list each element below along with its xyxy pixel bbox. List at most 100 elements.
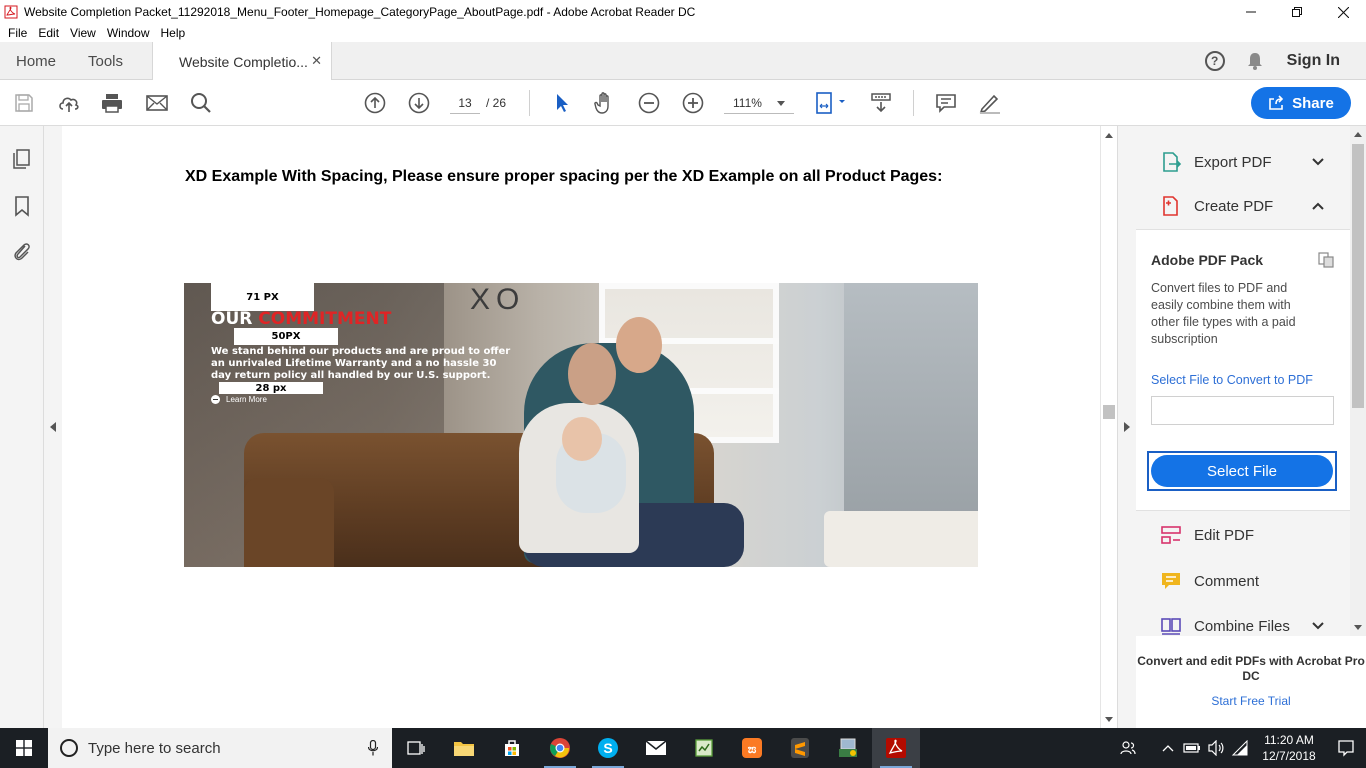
scrollbar-thumb[interactable] xyxy=(1352,144,1364,408)
tab-document[interactable]: Website Completio... ✕ xyxy=(152,42,332,81)
pdf-pack-info-icon[interactable] xyxy=(1318,252,1334,268)
page-number-input[interactable] xyxy=(450,92,480,114)
select-tool-button[interactable] xyxy=(549,91,573,115)
chevron-up-icon[interactable] xyxy=(1312,200,1324,212)
hero-headline-red: COMMITMENT xyxy=(258,309,392,329)
minimize-button[interactable] xyxy=(1228,0,1274,24)
tool-combine-files[interactable]: Combine Files xyxy=(1160,614,1290,638)
zoom-in-button[interactable] xyxy=(681,91,705,115)
upload-button[interactable] xyxy=(57,91,81,115)
sublime-text-button[interactable] xyxy=(776,728,824,768)
scroll-down-icon[interactable] xyxy=(1105,717,1113,722)
menu-file[interactable]: File xyxy=(8,26,27,40)
mail-button[interactable] xyxy=(632,728,680,768)
restore-button[interactable] xyxy=(1274,0,1320,24)
highlight-tool-button[interactable] xyxy=(978,91,1002,115)
sign-in-link[interactable]: Sign In xyxy=(1287,52,1340,70)
taskbar-clock[interactable]: 11:20 AM 12/7/2018 xyxy=(1252,732,1326,764)
scroll-up-icon[interactable] xyxy=(1105,133,1113,138)
clock-time: 11:20 AM xyxy=(1264,733,1314,747)
select-file-focus-ring: Select File xyxy=(1147,451,1337,491)
volume-icon[interactable] xyxy=(1204,738,1228,758)
window-controls xyxy=(1228,0,1366,24)
chevron-down-icon[interactable] xyxy=(1312,156,1324,168)
arrow-up-circle-icon xyxy=(364,92,386,114)
tab-home[interactable]: Home xyxy=(16,42,56,80)
collapse-right-pane-handle[interactable] xyxy=(1117,126,1136,728)
zoom-level-dropdown[interactable]: 111% xyxy=(724,92,794,114)
minimize-icon xyxy=(1246,11,1256,13)
help-icon[interactable]: ? xyxy=(1204,51,1225,71)
file-explorer-button[interactable] xyxy=(440,728,488,768)
menu-edit[interactable]: Edit xyxy=(38,26,59,40)
action-center-button[interactable] xyxy=(1326,728,1366,768)
menu-help[interactable]: Help xyxy=(161,26,186,40)
save-button[interactable] xyxy=(12,91,36,115)
start-button[interactable] xyxy=(0,728,48,768)
fit-page-icon xyxy=(816,92,845,114)
promo-text: Convert and edit PDFs with Acrobat Pro D… xyxy=(1137,654,1365,683)
people-icon[interactable] xyxy=(1116,738,1140,758)
attachment-icon[interactable] xyxy=(11,240,33,262)
collapse-left-pane-handle[interactable] xyxy=(44,126,62,728)
tool-export-pdf[interactable]: Export PDF xyxy=(1160,150,1272,174)
scrollbar-thumb[interactable] xyxy=(1103,405,1115,419)
battery-icon[interactable] xyxy=(1180,738,1204,758)
chrome-button[interactable] xyxy=(536,728,584,768)
taskbar-search[interactable]: Type here to search xyxy=(48,728,392,768)
document-scrollbar[interactable] xyxy=(1100,126,1117,728)
tool-comment[interactable]: Comment xyxy=(1160,569,1259,593)
previous-page-button[interactable] xyxy=(363,91,387,115)
hero-body-text: We stand behind our products and are pro… xyxy=(211,346,511,381)
acrobat-reader-taskbar-button[interactable] xyxy=(872,728,920,768)
scroll-up-icon[interactable] xyxy=(1354,132,1362,137)
file-drop-field[interactable] xyxy=(1151,396,1334,425)
page-fit-button[interactable] xyxy=(813,91,849,115)
clock-date: 12/7/2018 xyxy=(1262,749,1316,763)
hand-tool-button[interactable] xyxy=(593,91,617,115)
taskbar-search-placeholder: Type here to search xyxy=(88,739,221,757)
select-file-button[interactable]: Select File xyxy=(1151,455,1333,487)
close-tab-icon[interactable]: ✕ xyxy=(311,53,322,69)
close-window-button[interactable] xyxy=(1320,0,1366,24)
start-free-trial-link[interactable]: Start Free Trial xyxy=(1136,694,1366,708)
network-tool-button[interactable] xyxy=(824,728,872,768)
hero-learn-more: Learn More xyxy=(211,395,267,404)
select-file-to-convert-link[interactable]: Select File to Convert to PDF xyxy=(1151,373,1313,387)
print-button[interactable] xyxy=(100,91,124,115)
tool-edit-pdf[interactable]: Edit PDF xyxy=(1160,523,1254,547)
menu-view[interactable]: View xyxy=(70,26,96,40)
xampp-button[interactable]: ಙ xyxy=(728,728,776,768)
zoom-out-button[interactable] xyxy=(637,91,661,115)
hero-ottoman xyxy=(824,511,978,567)
notes-app-button[interactable] xyxy=(680,728,728,768)
store-bag-icon xyxy=(505,740,519,756)
tool-create-pdf[interactable]: Create PDF xyxy=(1160,194,1273,218)
menu-window[interactable]: Window xyxy=(107,26,150,40)
wifi-icon[interactable] xyxy=(1228,738,1252,758)
scroll-down-icon[interactable] xyxy=(1354,625,1362,630)
store-button[interactable] xyxy=(488,728,536,768)
show-hidden-icons-chevron-icon[interactable] xyxy=(1156,738,1180,758)
search-button[interactable] xyxy=(189,91,213,115)
cloud-upload-icon xyxy=(59,97,79,112)
envelope-icon xyxy=(146,95,168,111)
email-button[interactable] xyxy=(145,91,169,115)
chevron-down-icon[interactable] xyxy=(1312,620,1324,632)
bookmark-icon[interactable] xyxy=(11,195,33,217)
bell-icon[interactable] xyxy=(1245,51,1265,71)
tools-pane-scrollbar[interactable] xyxy=(1350,126,1366,636)
document-view[interactable]: XD Example With Spacing, Please ensure p… xyxy=(62,126,1100,728)
comment-tool-button[interactable] xyxy=(934,91,958,115)
task-view-button[interactable] xyxy=(392,728,440,768)
page-thumbnails-icon[interactable] xyxy=(11,148,33,170)
share-button[interactable]: Share xyxy=(1251,87,1351,119)
skype-button[interactable]: S xyxy=(584,728,632,768)
scrolling-mode-button[interactable] xyxy=(869,91,893,115)
spacing-label-50px: 50PX xyxy=(234,328,338,345)
microphone-icon[interactable] xyxy=(368,740,378,756)
tab-tools[interactable]: Tools xyxy=(88,42,123,80)
next-page-button[interactable] xyxy=(407,91,431,115)
spreadsheet-icon xyxy=(695,739,713,757)
